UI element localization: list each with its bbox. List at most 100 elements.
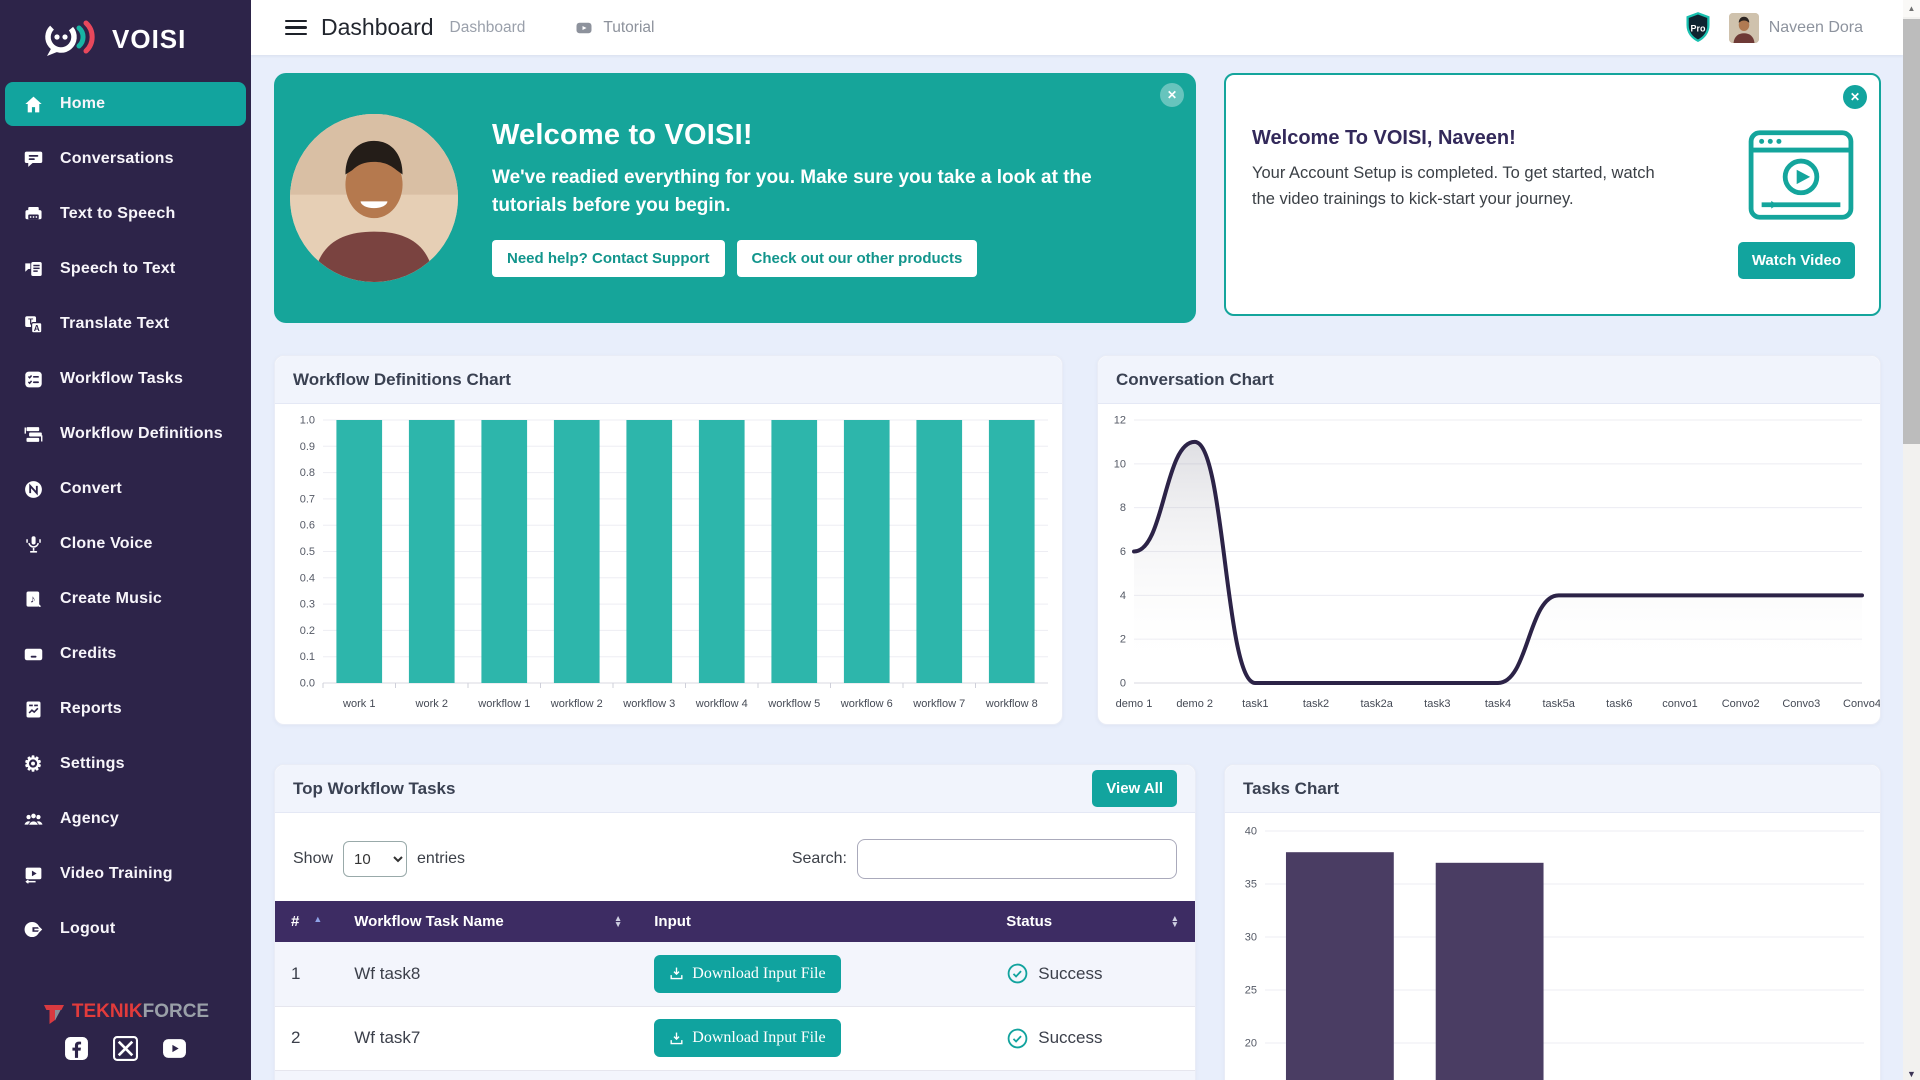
conversations-icon: [22, 148, 44, 170]
column-header-input[interactable]: Input: [638, 901, 990, 942]
svg-text:8: 8: [1120, 502, 1126, 514]
column-header--[interactable]: #▲: [275, 901, 338, 942]
svg-text:workflow 2: workflow 2: [550, 698, 603, 710]
svg-text:A: A: [33, 322, 39, 332]
svg-text:demo 1: demo 1: [1116, 698, 1153, 710]
sidebar-item-home[interactable]: Home: [5, 82, 246, 126]
workflow-definitions-chart-card: Workflow Definitions Chart 0.00.10.20.30…: [274, 355, 1063, 725]
logout-icon: [22, 918, 44, 940]
svg-text:task5a: task5a: [1542, 698, 1575, 710]
sidebar-nav: Home Conversations Text to Speech Speech to…: [0, 78, 251, 962]
watch-video-button[interactable]: Watch Video: [1738, 242, 1855, 279]
scrollbar-thumb[interactable]: [1903, 19, 1920, 444]
other-products-button[interactable]: Check out our other products: [737, 240, 978, 277]
svg-text:2: 2: [1120, 634, 1126, 646]
user-menu[interactable]: Naveen Dora: [1729, 13, 1863, 43]
banner-avatar-photo: [290, 114, 458, 282]
svg-text:35: 35: [1245, 879, 1257, 891]
banner-close-icon[interactable]: ✕: [1160, 83, 1184, 107]
svg-text:task4: task4: [1485, 698, 1511, 710]
download-input-file-button[interactable]: Download Input File: [654, 1019, 840, 1057]
svg-text:work 1: work 1: [342, 698, 375, 710]
user-name: Naveen Dora: [1769, 19, 1863, 37]
pro-badge[interactable]: Pro: [1681, 11, 1715, 45]
sidebar-item-workflow-definitions[interactable]: Workflow Definitions: [5, 412, 246, 456]
sidebar-item-create-music[interactable]: ♪Create Music: [5, 577, 246, 621]
sidebar-item-logout[interactable]: Logout: [5, 907, 246, 951]
view-all-button[interactable]: View All: [1092, 770, 1177, 807]
svg-text:0.1: 0.1: [300, 651, 315, 663]
task-name: Wf task7: [338, 1006, 638, 1070]
sidebar-item-translate-text[interactable]: TATranslate Text: [5, 302, 246, 346]
row-number: [275, 1070, 338, 1080]
sidebar-item-reports[interactable]: Reports: [5, 687, 246, 731]
table-header-row: #▲Workflow Task Name▲▼InputStatus▲▼: [275, 901, 1195, 942]
youtube-icon[interactable]: [162, 1036, 187, 1066]
svg-text:0.4: 0.4: [300, 572, 315, 584]
facebook-icon[interactable]: [64, 1036, 89, 1066]
search-label: Search:: [792, 850, 847, 868]
sidebar-item-settings[interactable]: ⚙Settings: [5, 742, 246, 786]
task-name: Wf task8: [338, 942, 638, 1006]
voisi-logo-icon: [40, 16, 104, 62]
card-close-icon[interactable]: ✕: [1843, 85, 1867, 109]
tasks-chart-title: Tasks Chart: [1243, 779, 1339, 799]
svg-text:task6: task6: [1606, 698, 1632, 710]
workflow-definitions-icon: [22, 423, 44, 445]
svg-text:0.6: 0.6: [300, 520, 315, 532]
svg-text:workflow 3: workflow 3: [622, 698, 675, 710]
credits-icon: [22, 643, 44, 665]
speech-to-text-icon: [22, 258, 44, 280]
welcome-card-message: Your Account Setup is completed. To get …: [1252, 160, 1672, 213]
status-badge: Success: [1006, 962, 1179, 985]
svg-text:0.3: 0.3: [300, 599, 315, 611]
conversation-chart: 024681012demo 1demo 2task1task2task2atas…: [1098, 404, 1880, 725]
column-header-status[interactable]: Status▲▼: [990, 901, 1195, 942]
table-body: 1Wf task8Download Input FileSuccess2Wf t…: [275, 942, 1195, 1080]
svg-text:25: 25: [1245, 985, 1257, 997]
row-number: 2: [275, 1006, 338, 1070]
table-row: 2Wf task7 Download Input File Success: [275, 1006, 1195, 1070]
sidebar-item-text-to-speech[interactable]: Text to Speech: [5, 192, 246, 236]
page-size-select[interactable]: 10: [343, 841, 407, 877]
sidebar-item-convert[interactable]: Convert: [5, 467, 246, 511]
tasks-chart: 4035302520151050: [1225, 813, 1880, 1080]
sidebar-item-credits[interactable]: Credits: [5, 632, 246, 676]
workflow-tasks-icon: [22, 368, 44, 390]
tutorial-link[interactable]: Tutorial: [573, 19, 654, 37]
svg-text:Pro: Pro: [1690, 23, 1705, 33]
contact-support-button[interactable]: Need help? Contact Support: [492, 240, 725, 277]
sort-asc-icon: ▲: [313, 914, 322, 924]
sidebar-item-clone-voice[interactable]: Clone Voice: [5, 522, 246, 566]
hamburger-menu-icon[interactable]: [285, 20, 307, 36]
banner-message: We've readied everything for you. Make s…: [492, 164, 1132, 219]
settings-icon: ⚙: [22, 753, 44, 775]
svg-text:30: 30: [1245, 932, 1257, 944]
download-input-file-button[interactable]: Download Input File: [654, 955, 840, 993]
sidebar-item-agency[interactable]: Agency: [5, 797, 246, 841]
sidebar-item-speech-to-text[interactable]: Speech to Text: [5, 247, 246, 291]
svg-text:work 2: work 2: [415, 698, 448, 710]
svg-text:task3: task3: [1424, 698, 1450, 710]
app-logo: VOISI: [0, 0, 251, 78]
column-header-workflow-task-name[interactable]: Workflow Task Name▲▼: [338, 901, 638, 942]
svg-text:Convo2: Convo2: [1722, 698, 1760, 710]
scroll-up-icon[interactable]: ▲: [1903, 0, 1920, 17]
clone-voice-icon: [22, 533, 44, 555]
text-to-speech-icon: [22, 203, 44, 225]
sidebar-item-video-training[interactable]: Video Training: [5, 852, 246, 896]
user-avatar: [1729, 13, 1759, 43]
vertical-scrollbar[interactable]: ▲ ▼: [1903, 0, 1920, 1080]
sidebar-item-workflow-tasks[interactable]: Workflow Tasks: [5, 357, 246, 401]
welcome-video-card: ✕ Welcome To VOISI, Naveen! Your Account…: [1224, 73, 1881, 316]
download-icon: [669, 1031, 684, 1046]
workflow-definitions-chart: 0.00.10.20.30.40.50.60.70.80.91.0work 1w…: [275, 404, 1062, 725]
sidebar-item-conversations[interactable]: Conversations: [5, 137, 246, 181]
teknikforce-logo: TEKNIKFORCE: [0, 1000, 251, 1024]
teknikforce-mark-icon: [42, 1000, 66, 1024]
top-header: Dashboard Dashboard Tutorial Pro Naveen …: [251, 0, 1903, 55]
x-twitter-icon[interactable]: [113, 1036, 138, 1066]
search-input[interactable]: [857, 839, 1177, 879]
status-badge: Success: [1006, 1027, 1179, 1050]
scroll-down-icon[interactable]: ▼: [1903, 1069, 1920, 1079]
